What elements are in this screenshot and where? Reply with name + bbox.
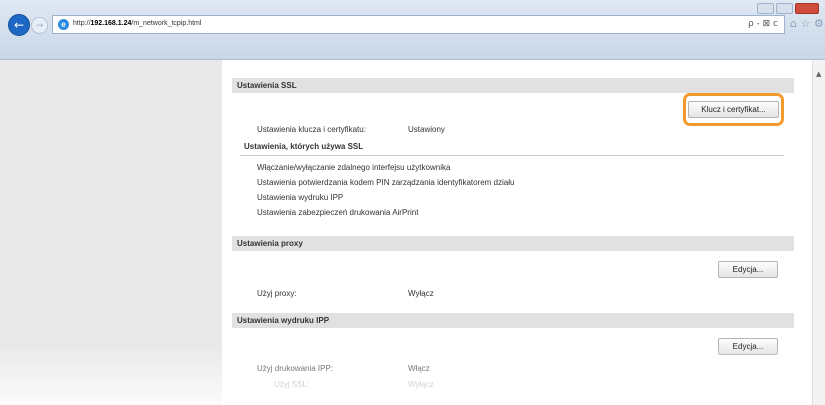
ie-page-icon: e xyxy=(58,19,69,30)
left-navigation-pane xyxy=(0,60,222,405)
ssl-uses-subheader: Ustawienia, których używa SSL xyxy=(244,142,364,151)
ipp-section-header: Ustawienia wydruku IPP xyxy=(232,313,794,328)
tab-strip xyxy=(0,38,825,60)
key-cert-label: Ustawienia klucza i certyfikatu: xyxy=(257,125,366,134)
close-button[interactable] xyxy=(795,3,819,14)
vertical-scrollbar[interactable]: ▲ xyxy=(812,60,825,405)
ssl-use-item: Włączanie/wyłączanie zdalnego interfejsu… xyxy=(257,163,451,172)
ssl-section-header: Ustawienia SSL xyxy=(232,78,794,93)
ipp-ssl-value: Wyłącz xyxy=(408,380,434,389)
address-bar[interactable]: e http://192.168.1.24/m_network_tcpip.ht… xyxy=(52,15,785,34)
scroll-up-icon[interactable]: ▲ xyxy=(816,70,821,78)
highlight-frame xyxy=(683,93,784,126)
proxy-use-label: Użyj proxy: xyxy=(257,289,297,298)
address-tools-icons[interactable]: ρ - ⊠ c xyxy=(748,19,778,29)
ipp-use-value: Włącz xyxy=(408,364,430,373)
browser-chrome: ← → e http://192.168.1.24/m_network_tcpi… xyxy=(0,0,825,60)
toolbar-icons[interactable]: ⌂ ☆ ⚙ xyxy=(790,17,824,30)
key-cert-value: Ustawiony xyxy=(408,125,445,134)
ipp-ssl-label: Użyj SSL: xyxy=(274,380,310,389)
address-url[interactable]: http://192.168.1.24/m_network_tcpip.html xyxy=(73,20,201,27)
minimize-button[interactable] xyxy=(757,3,774,14)
proxy-edit-button[interactable]: Edycja... xyxy=(718,261,778,278)
window-controls xyxy=(757,3,819,14)
divider xyxy=(240,155,784,156)
ipp-use-label: Użyj drukowania IPP: xyxy=(257,364,334,373)
back-icon[interactable]: ← xyxy=(8,14,30,36)
ssl-use-item: Ustawienia zabezpieczeń drukowania AirPr… xyxy=(257,208,419,217)
proxy-use-value: Wyłącz xyxy=(408,289,434,298)
proxy-section-header: Ustawienia proxy xyxy=(232,236,794,251)
ipp-edit-button[interactable]: Edycja... xyxy=(718,338,778,355)
ssl-use-item: Ustawienia wydruku IPP xyxy=(257,193,344,202)
maximize-button[interactable] xyxy=(776,3,793,14)
forward-icon[interactable]: → xyxy=(31,17,48,34)
ssl-use-item: Ustawienia potwierdzania kodem PIN zarzą… xyxy=(257,178,515,187)
